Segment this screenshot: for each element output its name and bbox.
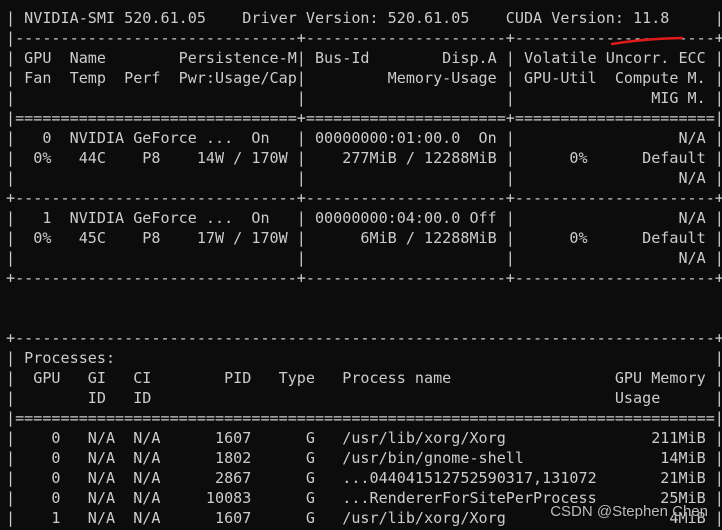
terminal-line: | 0% 44C P8 14W / 170W | 277MiB / 12288M… [6,149,722,167]
nvidia-smi-output: | NVIDIA-SMI 520.61.05 Driver Version: 5… [6,8,722,528]
terminal-line: | 0 N/A N/A 2867 G ...044041512752590317… [6,469,722,487]
terminal-line: | GPU GI CI PID Type Process name GPU Me… [6,369,722,387]
terminal-line: |-------------------------------+-------… [6,29,722,47]
terminal-line: | 1 NVIDIA GeForce ... On | 00000000:04:… [6,209,722,227]
terminal-line: | | | N/A | [6,249,722,267]
terminal-line: +---------------------------------------… [6,329,722,347]
terminal-line: +-------------------------------+-------… [6,269,722,287]
watermark: CSDN @Stephen Chen [550,503,708,520]
terminal-line: |===============================+=======… [6,109,722,127]
terminal-line: |=======================================… [6,409,722,427]
terminal-line: | | | MIG M. | [6,89,722,107]
terminal-line: | 0 N/A N/A 1607 G /usr/lib/xorg/Xorg 21… [6,429,722,447]
terminal-line: | GPU Name Persistence-M| Bus-Id Disp.A … [6,49,722,67]
terminal-line: +-------------------------------+-------… [6,189,722,207]
terminal-line: | | | N/A | [6,169,722,187]
terminal-line: | NVIDIA-SMI 520.61.05 Driver Version: 5… [6,9,722,27]
terminal-line: | ID ID Usage | [6,389,722,407]
terminal-line: | 0 NVIDIA GeForce ... On | 00000000:01:… [6,129,722,147]
terminal-line: | 0 N/A N/A 1802 G /usr/bin/gnome-shell … [6,449,722,467]
terminal-line: | 0% 45C P8 17W / 170W | 6MiB / 12288MiB… [6,229,722,247]
terminal-line: | Fan Temp Perf Pwr:Usage/Cap| Memory-Us… [6,69,722,87]
terminal-line: | Processes: | [6,349,722,367]
